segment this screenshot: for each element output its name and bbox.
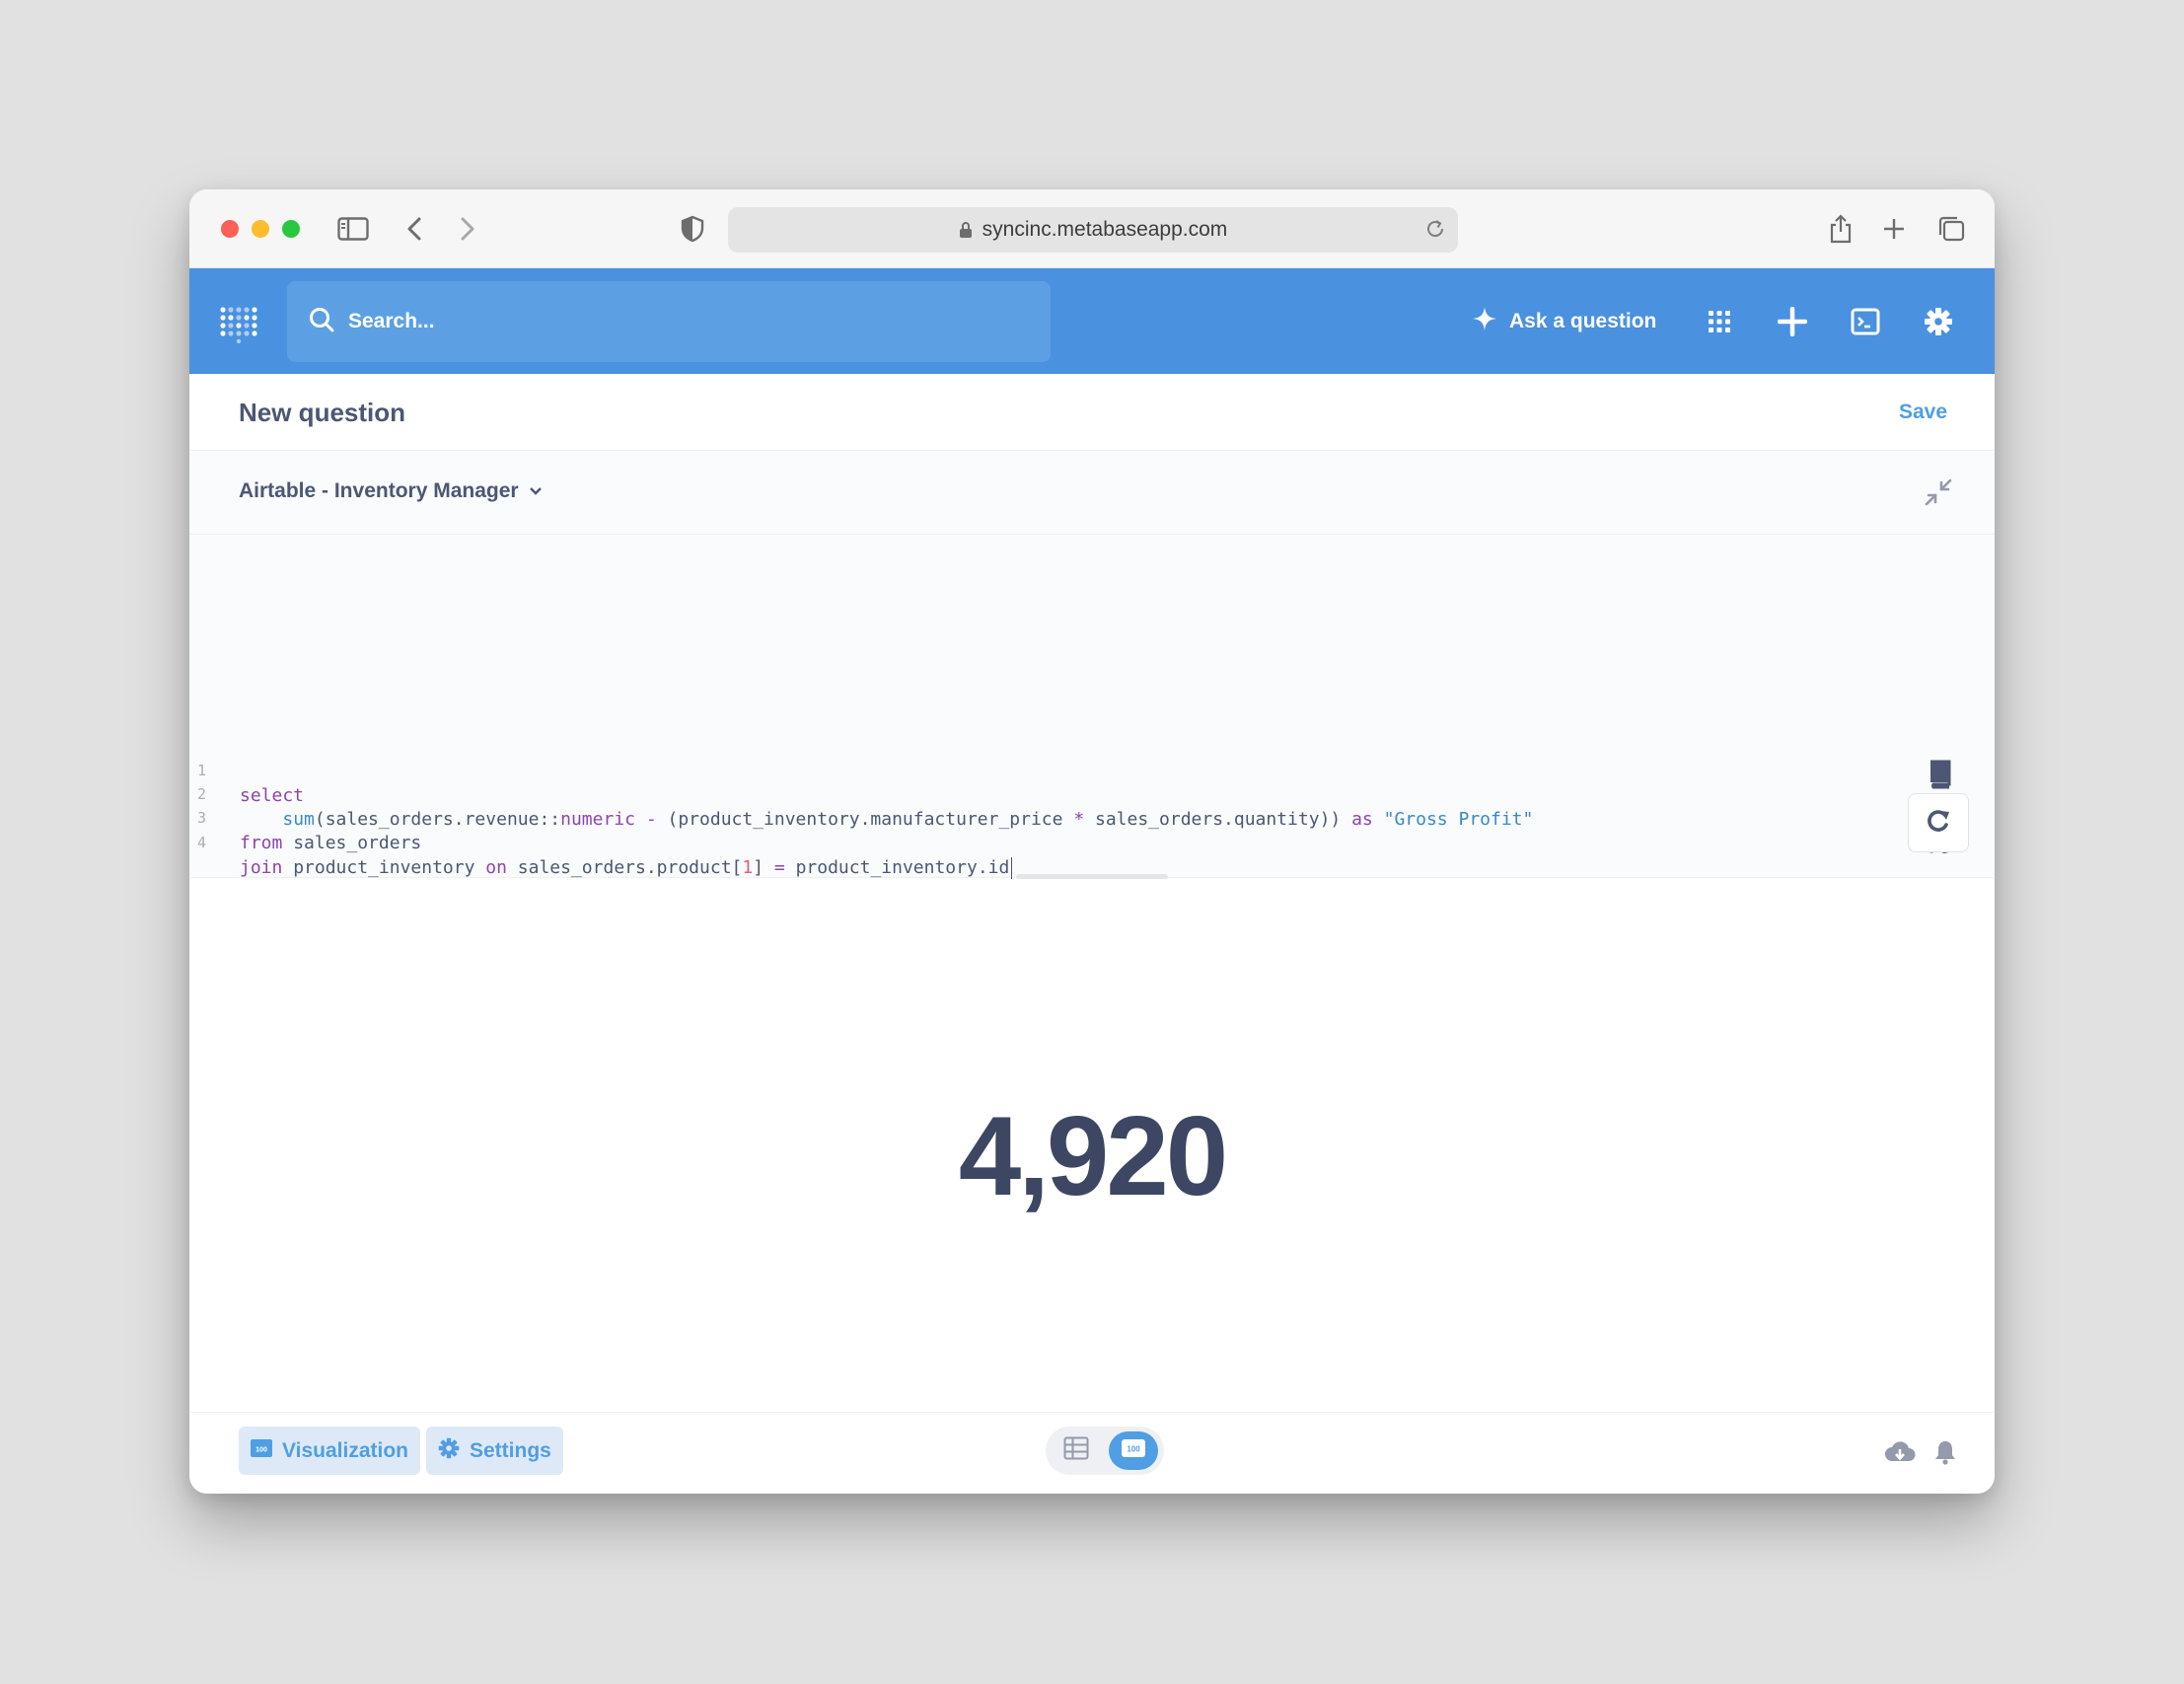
app-nav-bar: Ask a question [189,268,1995,374]
sidebar-icon[interactable] [333,209,373,249]
database-selector[interactable]: Airtable - Inventory Manager [239,479,543,503]
minimize-window-button[interactable] [252,220,269,238]
question-header: New question Save [189,374,1995,451]
visualization-button[interactable]: 100 Visualization [239,1427,420,1475]
shield-icon[interactable] [673,209,712,249]
browser-window: syncinc.metabaseapp.com Search... Ask a … [189,189,1995,1494]
query-footer: 100 Visualization Settings 100 [189,1412,1995,1494]
apps-grid-icon[interactable] [1700,302,1739,341]
result-panel: 4,920 [189,879,1995,1412]
gear-icon[interactable] [1919,302,1958,341]
search-icon [309,307,334,337]
back-icon[interactable] [395,209,434,249]
code-text: from sales_orders [240,833,422,853]
table-view-toggle[interactable] [1052,1431,1101,1470]
data-source-bar: Airtable - Inventory Manager [189,451,1995,535]
number-icon: 100 [251,1438,272,1463]
refresh-icon [1925,807,1952,840]
view-toggle: 100 [1046,1427,1164,1475]
search-input[interactable] [348,310,940,333]
tabs-icon[interactable] [1931,209,1971,249]
download-icon[interactable] [1882,1434,1918,1470]
search-bar[interactable] [287,281,1051,362]
metabase-logo[interactable] [217,300,260,344]
svg-text:100: 100 [1127,1445,1140,1454]
new-tab-icon[interactable] [1874,209,1914,249]
close-window-button[interactable] [221,220,239,238]
code-line-2[interactable]: 2 sum(sales_orders.revenue::numeric - (p… [189,758,1866,830]
settings-button[interactable]: Settings [426,1427,563,1475]
zoom-window-button[interactable] [282,220,300,238]
address-bar[interactable]: syncinc.metabaseapp.com [728,207,1458,253]
visualization-label: Visualization [282,1438,408,1462]
chevron-down-icon [529,486,543,496]
plus-icon[interactable] [1773,302,1812,341]
question-title[interactable]: New question [239,398,405,428]
lock-icon [959,221,973,239]
code-line-1[interactable]: 1 select [189,734,1866,806]
ask-question-label: Ask a question [1509,310,1657,332]
forward-icon[interactable] [448,209,487,249]
table-icon [1063,1436,1089,1465]
scalar-value: 4,920 [958,1094,1228,1219]
visualization-view-toggle[interactable]: 100 [1109,1431,1158,1470]
terminal-icon[interactable] [1846,302,1885,341]
code-line-4[interactable]: 4 join product_inventory on sales_orders… [189,806,1866,879]
settings-label: Settings [470,1438,551,1462]
database-name: Airtable - Inventory Manager [239,479,519,502]
bell-icon[interactable] [1928,1434,1963,1470]
url-text: syncinc.metabaseapp.com [982,218,1228,241]
gear-icon [438,1437,460,1465]
book-icon[interactable] [1920,755,1959,794]
browser-toolbar: syncinc.metabaseapp.com [189,189,1995,268]
sparkle-icon [1472,306,1497,337]
line-number: 4 [197,834,207,851]
code-text: join product_inventory on sales_orders.p… [240,855,1013,880]
ask-question-button[interactable]: Ask a question [1472,294,1656,349]
collapse-icon[interactable] [1922,476,1955,509]
code-line-3[interactable]: 3 from sales_orders [189,781,1866,853]
run-query-button[interactable] [1908,793,1969,852]
save-button[interactable]: Save [1899,401,1947,424]
number-icon: 100 [1121,1438,1146,1463]
svg-text:100: 100 [255,1446,267,1453]
reload-icon[interactable] [1424,218,1446,246]
share-icon[interactable] [1821,209,1860,249]
